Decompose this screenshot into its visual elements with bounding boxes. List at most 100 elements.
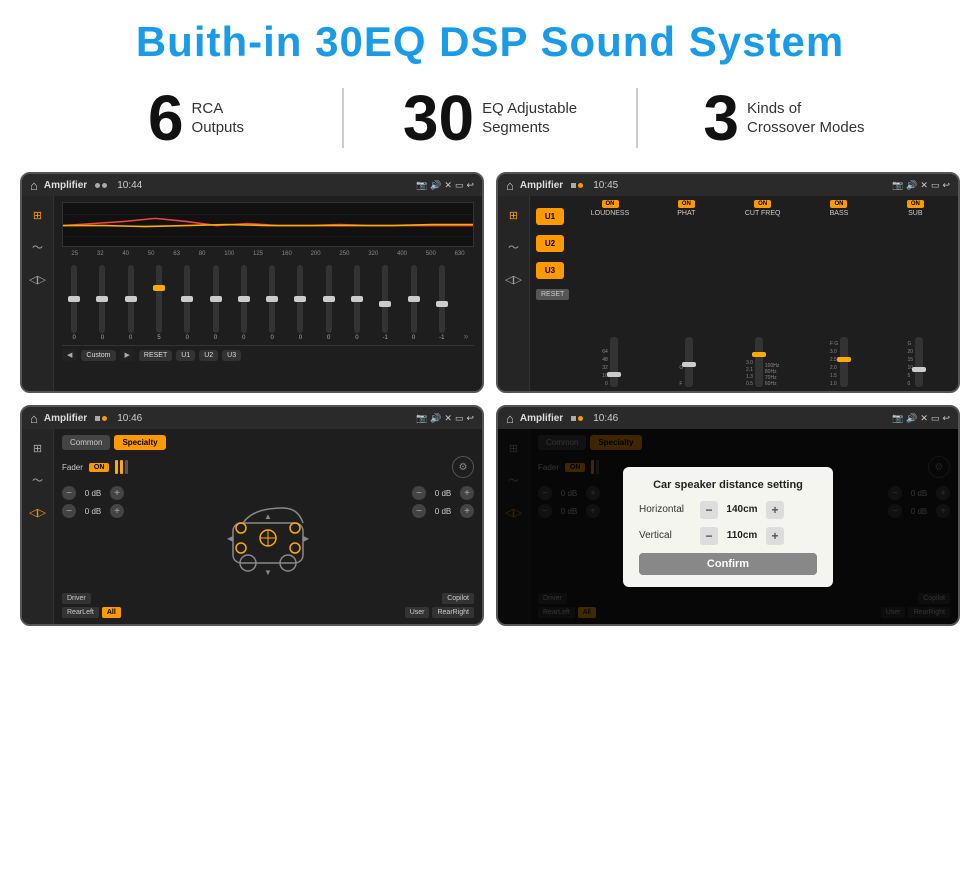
crossover-sidebar-wave-icon[interactable]: 〜 <box>503 236 525 258</box>
eq-close-icon: ✕ <box>444 180 452 191</box>
u2-button[interactable]: U2 <box>536 235 564 252</box>
cutfreq-on-badge[interactable]: ON <box>754 200 771 208</box>
eq-reset-btn[interactable]: RESET <box>139 350 172 361</box>
crossover-reset-btn[interactable]: RESET <box>536 289 569 300</box>
all-btn[interactable]: All <box>102 607 121 618</box>
eq-home-icon[interactable]: ⌂ <box>30 178 38 193</box>
bass-on-badge[interactable]: ON <box>830 200 847 208</box>
loudness-slider[interactable] <box>610 337 618 387</box>
user-btn[interactable]: User <box>405 607 430 618</box>
settings-icon[interactable]: ⚙ <box>452 456 474 478</box>
speaker-status-bar: ⌂ Amplifier 10:46 📷 🔊 ✕ ▭ ↩ <box>22 407 482 429</box>
eq-slider-9[interactable]: 0 <box>288 265 312 341</box>
loudness-on-badge[interactable]: ON <box>602 200 619 208</box>
speaker-dot-sq <box>95 416 100 421</box>
phat-slider[interactable] <box>685 337 693 387</box>
crossover-sidebar-speaker-icon[interactable]: ◁▷ <box>503 268 525 290</box>
eq-slider-3[interactable]: 0 <box>119 265 143 341</box>
cutfreq-label: CUT FREQ <box>745 210 781 217</box>
db-plus-rl[interactable]: + <box>110 504 124 518</box>
db-minus-rl[interactable]: − <box>62 504 76 518</box>
phat-on-badge[interactable]: ON <box>678 200 695 208</box>
eq-slider-1[interactable]: 0 <box>62 265 86 341</box>
eq-u1-btn[interactable]: U1 <box>176 350 195 361</box>
sub-scale: G20151050 <box>908 341 914 387</box>
db-minus-fr[interactable]: − <box>412 486 426 500</box>
crossover-volume-icon: 🔊 <box>906 180 917 191</box>
eq-sidebar-wave-icon[interactable]: 〜 <box>27 236 49 258</box>
speaker-sidebar-eq-icon[interactable]: ⊞ <box>27 437 49 459</box>
db-minus-rr[interactable]: − <box>412 504 426 518</box>
eq-slider-11[interactable]: 0 <box>345 265 369 341</box>
crossover-status-icons: 📷 🔊 ✕ ▭ ↩ <box>892 180 950 191</box>
sub-slider[interactable] <box>915 337 923 387</box>
vertical-value: 110cm <box>722 530 762 541</box>
db-plus-fr[interactable]: + <box>460 486 474 500</box>
speaker-home-icon[interactable]: ⌂ <box>30 411 38 426</box>
eq-slider-10[interactable]: 0 <box>317 265 341 341</box>
dialog-box: Car speaker distance setting Horizontal … <box>623 467 833 587</box>
bass-slider[interactable] <box>840 337 848 387</box>
eq-slider-7[interactable]: 0 <box>232 265 256 341</box>
eq-slider-4[interactable]: 5 <box>147 265 171 341</box>
fader-label: Fader <box>62 463 83 472</box>
sub-label: SUB <box>908 210 922 217</box>
eq-next-btn[interactable]: ▶ <box>120 349 135 361</box>
eq-dot-2 <box>102 183 107 188</box>
eq-u3-btn[interactable]: U3 <box>222 350 241 361</box>
eq-slider-12[interactable]: -1 <box>373 265 397 341</box>
speaker-dot-orange <box>102 416 107 421</box>
rearleft-btn[interactable]: RearLeft <box>62 607 99 618</box>
vertical-label: Vertical <box>639 530 694 541</box>
eq-sidebar-eq-icon[interactable]: ⊞ <box>27 204 49 226</box>
horizontal-label: Horizontal <box>639 504 694 515</box>
eq-prev-btn[interactable]: ◀ <box>62 349 77 361</box>
crossover-home-icon[interactable]: ⌂ <box>506 178 514 193</box>
eq-slider-8[interactable]: 0 <box>260 265 284 341</box>
eq-slider-14[interactable]: -1 <box>430 265 454 341</box>
eq-arrows[interactable]: » <box>458 331 474 341</box>
specialty-tab[interactable]: Specialty <box>114 435 165 450</box>
vertical-plus-btn[interactable]: + <box>766 527 784 545</box>
eq-slider-2[interactable]: 0 <box>90 265 114 341</box>
dialog-back-icon[interactable]: ↩ <box>942 413 950 424</box>
eq-u2-btn[interactable]: U2 <box>199 350 218 361</box>
driver-btn[interactable]: Driver <box>62 593 91 604</box>
common-tab[interactable]: Common <box>62 435 110 450</box>
eq-slider-6[interactable]: 0 <box>203 265 227 341</box>
eq-slider-5[interactable]: 0 <box>175 265 199 341</box>
speaker-sidebar-wave-icon[interactable]: 〜 <box>27 469 49 491</box>
u3-button[interactable]: U3 <box>536 262 564 279</box>
crossover-screen: ⌂ Amplifier 10:45 📷 🔊 ✕ ▭ ↩ ⊞ 〜 ◁▷ <box>496 172 960 393</box>
eq-slider-13[interactable]: 0 <box>401 265 425 341</box>
db-plus-rr[interactable]: + <box>460 504 474 518</box>
horizontal-minus-btn[interactable]: − <box>700 501 718 519</box>
db-minus-fl[interactable]: − <box>62 486 76 500</box>
crossover-sidebar-eq-icon[interactable]: ⊞ <box>503 204 525 226</box>
crossover-dot-sq <box>571 183 576 188</box>
crossover-sidebar: ⊞ 〜 ◁▷ <box>498 196 530 391</box>
dialog-home-icon[interactable]: ⌂ <box>506 411 514 426</box>
eq-sidebar-speaker-icon[interactable]: ◁▷ <box>27 268 49 290</box>
u1-button[interactable]: U1 <box>536 208 564 225</box>
phat-scale: G F <box>679 365 683 387</box>
rearright-btn[interactable]: RearRight <box>432 607 474 618</box>
sub-on-badge[interactable]: ON <box>907 200 924 208</box>
vertical-minus-btn[interactable]: − <box>700 527 718 545</box>
confirm-button[interactable]: Confirm <box>639 553 817 575</box>
copilot-btn[interactable]: Copilot <box>442 593 474 604</box>
eq-back-icon[interactable]: ↩ <box>466 180 474 191</box>
speaker-sidebar-speaker-icon[interactable]: ◁▷ <box>27 501 49 523</box>
crossover-back-icon[interactable]: ↩ <box>942 180 950 191</box>
cutfreq-slider[interactable] <box>755 337 763 387</box>
speaker-back-icon[interactable]: ↩ <box>466 413 474 424</box>
speaker-time: 10:46 <box>117 413 142 424</box>
stat-divider-2 <box>636 88 638 148</box>
dialog-title-bar: Amplifier <box>520 413 563 424</box>
fader-on-badge[interactable]: ON <box>89 463 110 472</box>
fader-sliders[interactable] <box>115 460 128 474</box>
eq-main: 2532 4050 6380 100125 160200 250320 4005… <box>54 196 482 391</box>
db-val-rl: 0 dB <box>79 507 107 516</box>
db-plus-fl[interactable]: + <box>110 486 124 500</box>
horizontal-plus-btn[interactable]: + <box>766 501 784 519</box>
